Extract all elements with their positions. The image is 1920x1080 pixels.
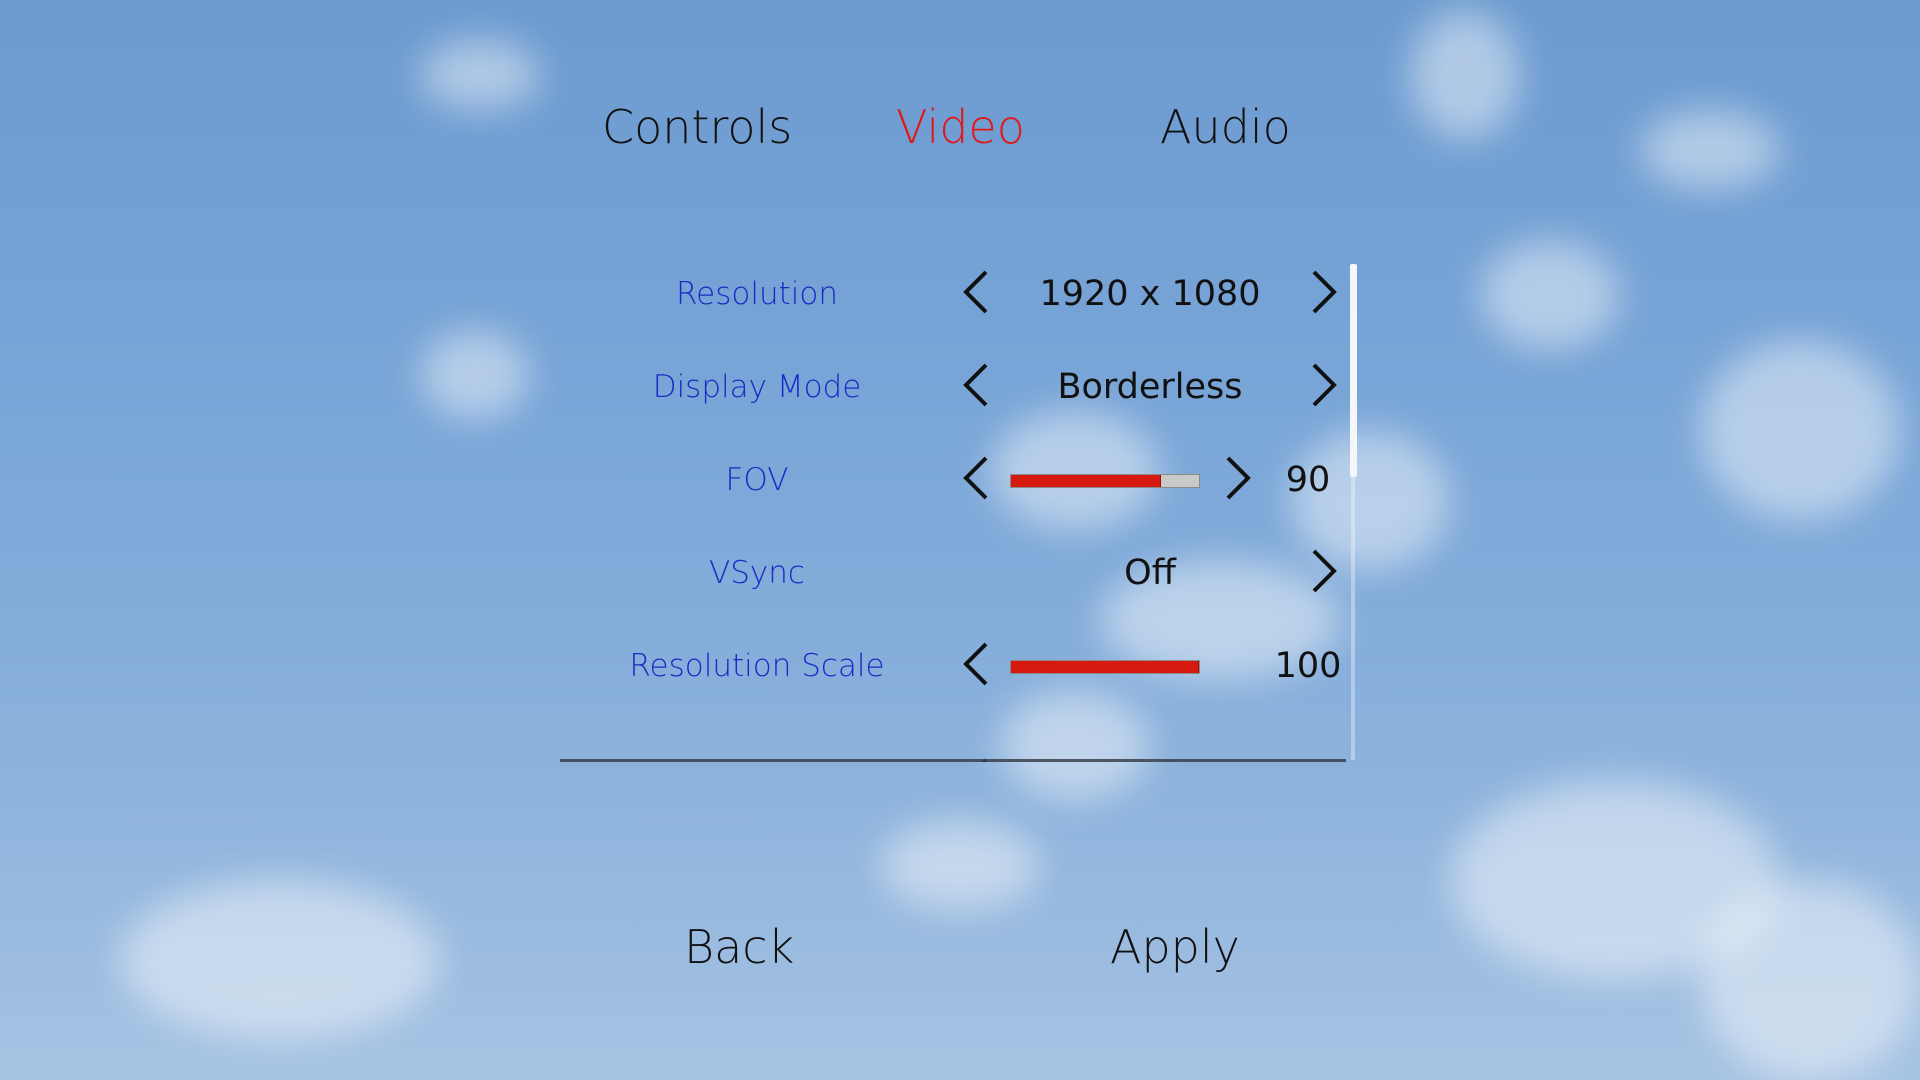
chevron-right-icon[interactable] [1218,452,1258,504]
chevron-left-icon[interactable] [956,266,996,318]
setting-row-fov: FOV 90 [560,448,1350,508]
chevron-right-icon[interactable] [1304,545,1344,597]
setting-label: VSync [709,555,805,591]
setting-row-vsync: VSync Off [560,541,1350,601]
chevron-left-icon[interactable] [956,638,996,690]
chevron-left-icon[interactable] [956,452,996,504]
setting-row-resolution: Resolution 1920 x 1080 [560,262,1350,322]
slider-fill [1011,661,1199,673]
slider-value: 100 [1274,646,1342,686]
setting-row-resolution-scale: Resolution Scale 100 [560,634,1350,694]
setting-label: Display Mode [652,369,862,405]
setting-value: 1920 x 1080 [1039,274,1261,314]
settings-tabs: Controls Video Audio [0,100,1920,170]
slider-fill [1011,475,1162,487]
setting-row-display-mode: Display Mode Borderless [560,355,1350,415]
scrollbar-thumb[interactable] [1350,264,1357,477]
chevron-right-icon[interactable] [1304,266,1344,318]
chevron-right-icon[interactable] [1304,359,1344,411]
setting-label: FOV [725,462,789,498]
apply-button[interactable]: Apply [1110,920,1240,974]
setting-value: Borderless [1057,367,1243,407]
setting-label: Resolution Scale [629,648,885,684]
tab-controls[interactable]: Controls [602,100,792,154]
fov-slider[interactable] [1010,474,1200,488]
resolution-scale-slider[interactable] [1010,660,1200,674]
chevron-left-icon[interactable] [956,359,996,411]
setting-value: Off [1124,553,1176,593]
video-settings-list: Resolution 1920 x 1080 Display Mode Bord… [560,262,1350,762]
list-bottom-divider [560,759,1346,762]
tab-audio[interactable]: Audio [1160,100,1291,154]
tab-video[interactable]: Video [896,100,1025,154]
slider-value: 90 [1285,460,1331,500]
setting-label: Resolution [676,276,838,312]
back-button[interactable]: Back [684,920,794,974]
